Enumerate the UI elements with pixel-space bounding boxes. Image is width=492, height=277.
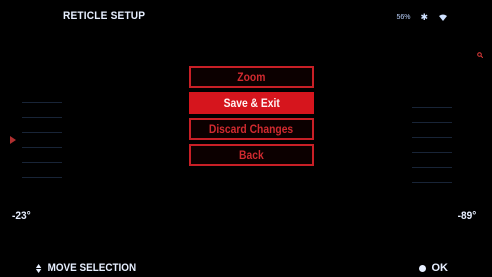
move-selection-label: MOVE SELECTION [47,262,137,274]
page-title: RETICLE SETUP [63,10,146,22]
up-down-arrows-icon [35,263,42,273]
menu-item-save-exit[interactable]: Save & Exit [189,92,314,114]
left-scale [22,92,62,202]
status-bar: 56% ✱ [396,13,448,22]
menu-item-label: Discard Changes [209,122,294,136]
options-menu: Zoom Save & Exit Discard Changes Back [189,66,314,170]
left-angle-readout: -23° [12,210,31,222]
ok-label: OK [431,262,449,274]
menu-item-label: Zoom [237,70,266,84]
menu-item-discard-changes[interactable]: Discard Changes [189,118,314,140]
ok-dot-icon [418,264,426,272]
right-angle-readout: -89° [457,210,476,222]
ok-hint: OK [418,262,449,274]
menu-item-label: Back [239,148,264,162]
left-pointer-icon [10,136,16,144]
menu-item-label: Save & Exit [223,96,280,110]
bluetooth-icon: ✱ [420,12,428,22]
zoom-indicator-icon [477,45,484,59]
reticle-setup-screen: RETICLE SETUP 56% ✱ -23° -89° Zoom Save … [0,0,492,277]
menu-item-back[interactable]: Back [189,144,314,166]
right-scale [412,92,452,202]
menu-item-zoom[interactable]: Zoom [189,66,314,88]
battery-text: 56% [396,14,411,21]
wifi-icon [438,14,448,22]
move-selection-hint: MOVE SELECTION [35,262,136,274]
